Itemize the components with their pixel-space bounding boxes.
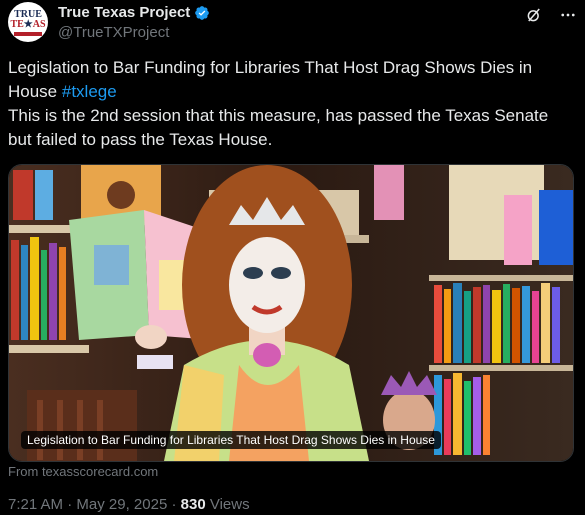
link-card-image[interactable]: Legislation to Bar Funding for Libraries…: [8, 164, 574, 462]
post-time[interactable]: 7:21 AM: [8, 496, 63, 513]
author-name-row[interactable]: True Texas Project: [58, 4, 210, 21]
post-metadata: 7:21 AM · May 29, 2025 · 830 Views: [8, 496, 250, 513]
more-options-icon[interactable]: [559, 6, 577, 24]
views-count: 830: [180, 496, 206, 513]
meta-separator: ·: [63, 496, 77, 513]
author-name[interactable]: True Texas Project: [58, 4, 190, 21]
drag-reading-photo: [9, 165, 573, 461]
post-header: TRUE TE★AS True Texas Project @TrueTXPro…: [8, 2, 577, 46]
grok-icon[interactable]: [525, 6, 543, 24]
post-text-line-2-prefix: House: [8, 82, 62, 101]
post-text: Legislation to Bar Funding for Libraries…: [8, 56, 568, 152]
avatar[interactable]: TRUE TE★AS: [8, 2, 48, 42]
avatar-logo-band: [14, 32, 42, 36]
header-actions: [525, 6, 577, 24]
post-text-line-1: Legislation to Bar Funding for Libraries…: [8, 58, 533, 77]
hashtag-link[interactable]: #txlege: [62, 82, 117, 101]
verified-badge-icon[interactable]: [194, 5, 210, 21]
author-handle[interactable]: @TrueTXProject: [58, 24, 169, 41]
avatar-logo-middle: TE★AS: [10, 19, 46, 30]
post-date[interactable]: May 29, 2025: [76, 496, 167, 513]
post-text-line-4: but failed to pass the Texas House.: [8, 130, 273, 149]
link-card-caption[interactable]: Legislation to Bar Funding for Libraries…: [21, 431, 441, 449]
meta-separator: ·: [167, 496, 181, 513]
post-text-line-3: This is the 2nd session that this measur…: [8, 106, 549, 125]
link-source[interactable]: From texasscorecard.com: [8, 464, 158, 479]
post-text-line-2: House #txlege: [8, 80, 568, 104]
views-label: Views: [205, 496, 250, 513]
